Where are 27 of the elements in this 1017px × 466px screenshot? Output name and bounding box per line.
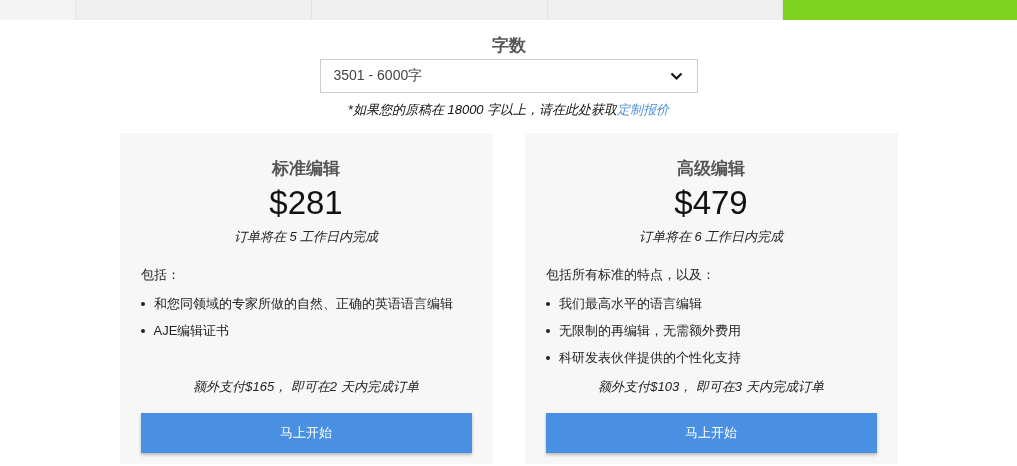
bullet-icon <box>140 302 145 306</box>
bullet-icon <box>545 356 550 360</box>
turnaround-text: 订单将在 5 工作日内完成 <box>232 228 381 246</box>
includes-label: 包括所有标准的特点，以及： <box>545 266 716 284</box>
feature-text: 和您同领域的专家所做的自然、正确的英语语言编辑 <box>153 295 453 313</box>
feature-text: 科研发表伙伴提供的个性化支持 <box>558 349 741 367</box>
plan-title: 高级编辑 <box>676 158 746 180</box>
start-button[interactable]: 马上开始 <box>140 413 472 453</box>
includes-label: 包括： <box>140 266 181 284</box>
field-label: 字数 <box>491 35 526 57</box>
word-count-dropdown[interactable]: 3501 - 6000字 <box>319 59 698 93</box>
bullet-icon <box>140 329 145 333</box>
feature-text: 无限制的再编辑，无需额外费用 <box>558 322 741 340</box>
rush-note: 额外支付$103， 即可在3 天内完成订单 <box>597 378 825 396</box>
turnaround-text: 订单将在 6 工作日内完成 <box>637 228 786 246</box>
custom-quote-link[interactable]: 定制报价 <box>617 102 670 117</box>
feature-text: 我们最高水平的语言编辑 <box>558 295 702 313</box>
plan-title: 标准编辑 <box>270 158 341 180</box>
custom-quote-note: *如果您的原稿在 18000 字以上，请在此处获取定制报价 <box>347 101 670 119</box>
rush-note: 额外支付$165， 即可在2 天内完成订单 <box>192 378 420 396</box>
bullet-icon <box>545 329 550 333</box>
feature-text: AJE编辑证书 <box>153 322 230 340</box>
bullet-icon <box>545 302 550 306</box>
plan-price: $281 <box>268 184 344 222</box>
start-button[interactable]: 马上开始 <box>545 413 877 453</box>
chevron-down-icon <box>669 71 683 81</box>
plan-price: $479 <box>673 184 749 222</box>
